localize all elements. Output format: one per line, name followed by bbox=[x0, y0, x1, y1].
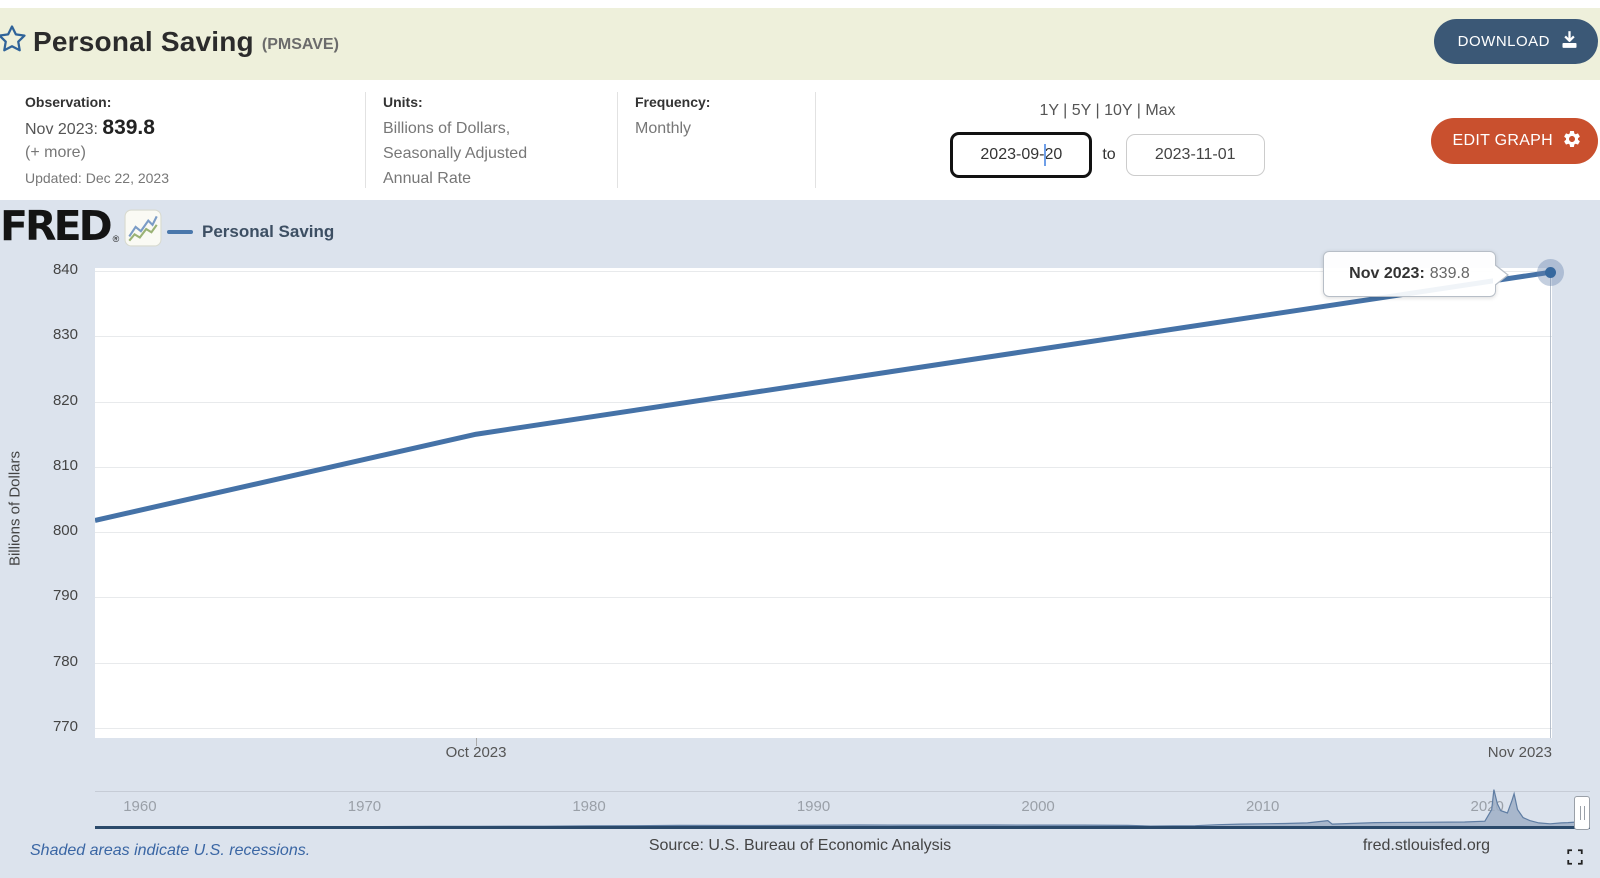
y-tick-780: 780 bbox=[0, 653, 78, 670]
fred-logo: FRED ® bbox=[0, 206, 162, 252]
preset-separator: | bbox=[1091, 102, 1104, 119]
data-point-marker[interactable] bbox=[1545, 267, 1556, 278]
y-tick-810: 810 bbox=[0, 457, 78, 474]
x-tick-mark bbox=[476, 738, 477, 746]
observation-block: Observation: Nov 2023: 839.8 (+ more) Up… bbox=[25, 94, 169, 186]
chart-section: FRED ® Personal Saving Billions of Dolla… bbox=[0, 200, 1600, 878]
download-icon bbox=[1559, 29, 1580, 54]
observation-value: 839.8 bbox=[102, 116, 155, 139]
page-header: Personal Saving (PMSAVE) DOWNLOAD bbox=[0, 8, 1600, 80]
edit-graph-label: EDIT GRAPH bbox=[1453, 132, 1554, 150]
chart-tooltip: Nov 2023: 839.8 bbox=[1323, 251, 1496, 297]
y-tick-830: 830 bbox=[0, 326, 78, 343]
preset-separator: | bbox=[1132, 102, 1145, 119]
legend-line-swatch bbox=[167, 230, 193, 234]
edit-graph-button[interactable]: EDIT GRAPH bbox=[1431, 118, 1599, 164]
observation-more-link[interactable]: (+ more) bbox=[25, 144, 169, 162]
start-date-wrap bbox=[950, 132, 1092, 178]
gear-icon bbox=[1562, 129, 1582, 154]
fred-wordmark: FRED bbox=[0, 206, 110, 246]
y-tick-800: 800 bbox=[0, 522, 78, 539]
fullscreen-icon[interactable] bbox=[1566, 848, 1584, 871]
observation-updated: Updated: Dec 22, 2023 bbox=[25, 170, 169, 186]
navigator-handle[interactable] bbox=[1574, 796, 1590, 830]
registered-mark: ® bbox=[113, 234, 120, 244]
range-preset-1y[interactable]: 1Y bbox=[1039, 102, 1058, 119]
y-tick-790: 790 bbox=[0, 587, 78, 604]
frequency-label: Frequency: bbox=[635, 94, 795, 110]
text-caret bbox=[1044, 144, 1046, 166]
legend-series-label: Personal Saving bbox=[202, 222, 334, 242]
observation-date: Nov 2023: bbox=[25, 121, 102, 138]
tooltip-value: 839.8 bbox=[1430, 265, 1470, 283]
navigator-baseline bbox=[95, 826, 1590, 829]
legend: Personal Saving bbox=[167, 222, 334, 242]
y-tick-840: 840 bbox=[0, 261, 78, 278]
frequency-block: Frequency: Monthly bbox=[635, 94, 795, 141]
main-series-line bbox=[95, 268, 1552, 738]
page-title: Personal Saving bbox=[33, 26, 254, 58]
observation-label: Observation: bbox=[25, 94, 169, 110]
x-tick-nov-2023: Nov 2023 bbox=[1488, 744, 1552, 761]
top-strip bbox=[0, 0, 1600, 8]
download-button[interactable]: DOWNLOAD bbox=[1434, 19, 1598, 64]
date-row: to bbox=[815, 132, 1400, 178]
start-date-input[interactable] bbox=[950, 132, 1092, 178]
y-tick-820: 820 bbox=[0, 392, 78, 409]
crosshair-line bbox=[1550, 272, 1551, 738]
range-preset-5y[interactable]: 5Y bbox=[1072, 102, 1091, 119]
divider bbox=[365, 92, 366, 188]
series-id: (PMSAVE) bbox=[262, 36, 339, 54]
units-label: Units: bbox=[383, 94, 578, 110]
favorite-star-icon[interactable] bbox=[0, 24, 27, 59]
site-link[interactable]: fred.stlouisfed.org bbox=[1363, 837, 1490, 855]
fred-chart-icon bbox=[124, 209, 162, 252]
download-button-label: DOWNLOAD bbox=[1458, 33, 1550, 50]
info-bar: Observation: Nov 2023: 839.8 (+ more) Up… bbox=[0, 80, 1600, 200]
title-wrap: Personal Saving (PMSAVE) bbox=[2, 24, 339, 59]
units-value: Billions of Dollars, Seasonally Adjusted… bbox=[383, 116, 578, 191]
date-range-block: 1Y | 5Y | 10Y | Max to bbox=[815, 80, 1400, 200]
date-to-label: to bbox=[1102, 146, 1115, 164]
range-presets: 1Y | 5Y | 10Y | Max bbox=[815, 102, 1400, 120]
frequency-value: Monthly bbox=[635, 116, 795, 141]
preset-separator: | bbox=[1059, 102, 1072, 119]
x-tick-oct-2023: Oct 2023 bbox=[416, 744, 536, 761]
divider bbox=[617, 92, 618, 188]
observation-line: Nov 2023: 839.8 bbox=[25, 116, 169, 140]
units-block: Units: Billions of Dollars, Seasonally A… bbox=[383, 94, 578, 191]
tooltip-date: Nov 2023: bbox=[1349, 265, 1425, 283]
end-date-input[interactable] bbox=[1126, 134, 1265, 176]
range-preset-max[interactable]: Max bbox=[1145, 102, 1175, 119]
source-text: Source: U.S. Bureau of Economic Analysis bbox=[0, 837, 1600, 855]
y-tick-770: 770 bbox=[0, 718, 78, 735]
navigator-area-chart[interactable] bbox=[95, 785, 1577, 828]
range-preset-10y[interactable]: 10Y bbox=[1104, 102, 1132, 119]
